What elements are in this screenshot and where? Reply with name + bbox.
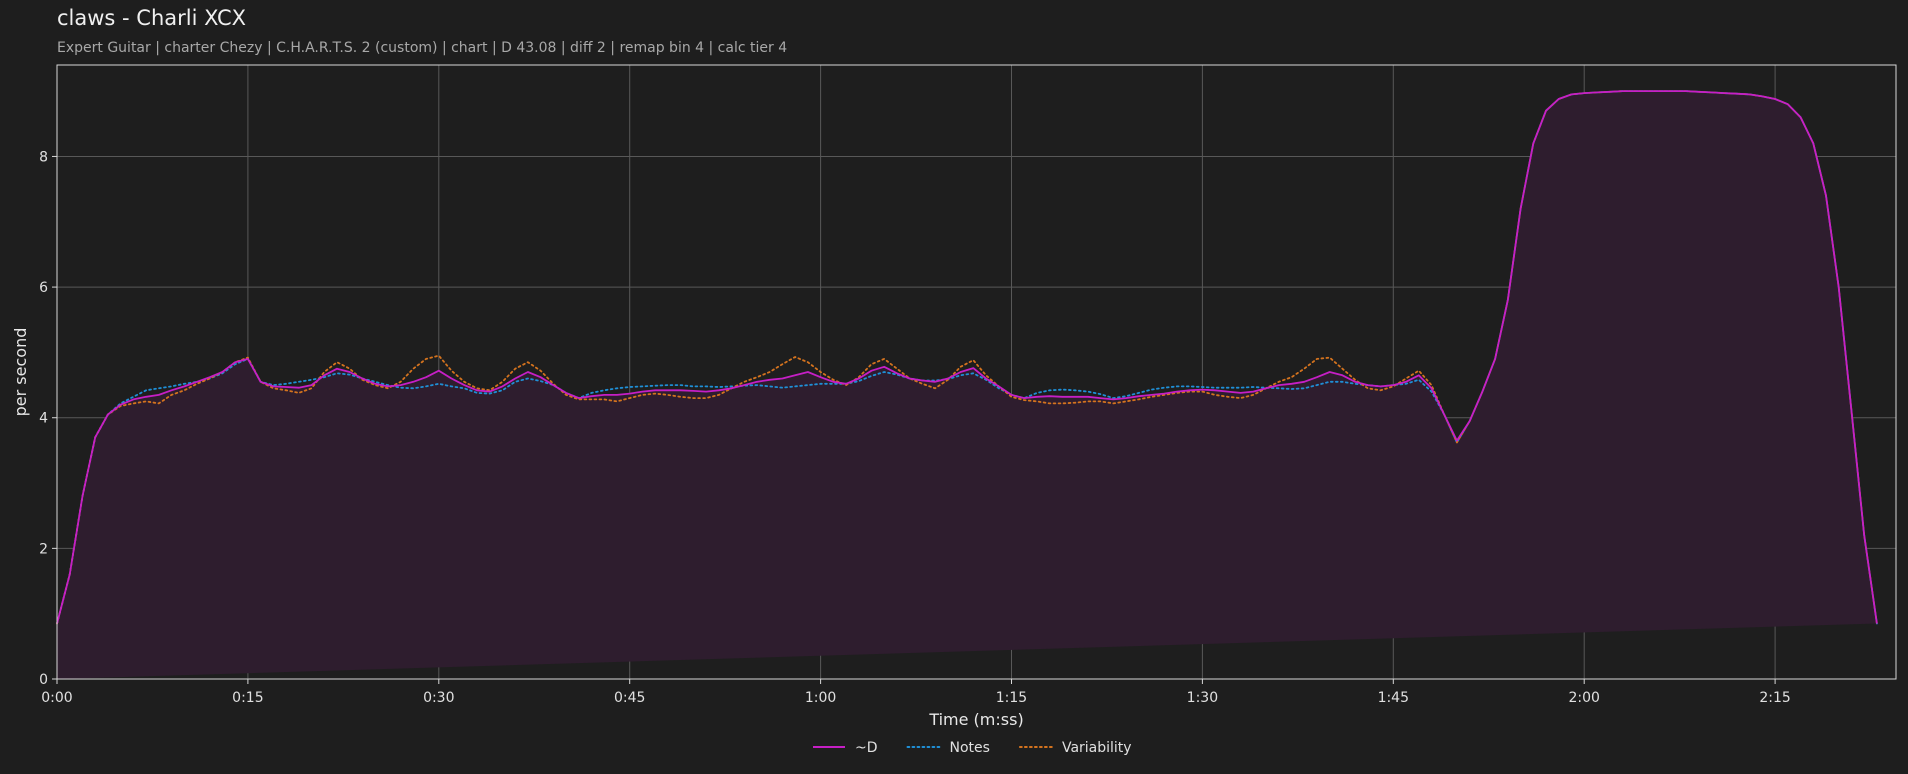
y-axis-label: per second <box>11 328 30 417</box>
x-tick-label: 0:30 <box>423 690 454 706</box>
y-axis: 0 2 4 6 8 <box>39 149 57 688</box>
x-tick-label: 1:00 <box>805 690 836 706</box>
y-tick-label: 0 <box>39 672 48 688</box>
x-tick-label: 0:00 <box>41 690 72 706</box>
legend-label-d: ~D <box>855 740 878 756</box>
legend-label-notes: Notes <box>950 740 990 756</box>
x-tick-label: 1:45 <box>1378 690 1409 706</box>
x-tick-label: 0:45 <box>614 690 645 706</box>
y-tick-label: 2 <box>39 541 48 557</box>
x-axis: 0:00 0:15 0:30 0:45 1:00 1:15 1:30 1:45 2:00 2:15 <box>41 679 1791 706</box>
x-axis-label: Time (m:ss) <box>928 710 1023 729</box>
x-tick-label: 2:15 <box>1759 690 1790 706</box>
x-tick-label: 1:15 <box>996 690 1027 706</box>
y-tick-label: 6 <box>39 280 48 296</box>
y-tick-label: 4 <box>39 411 48 427</box>
legend: ~D Notes Variability <box>813 740 1132 756</box>
y-tick-label: 8 <box>39 149 48 165</box>
chart-canvas: 0:00 0:15 0:30 0:45 1:00 1:15 1:30 1:45 2:00 2:15… <box>11 64 1897 756</box>
x-tick-label: 0:15 <box>232 690 263 706</box>
x-tick-label: 2:00 <box>1568 690 1599 706</box>
x-tick-label: 1:30 <box>1187 690 1218 706</box>
legend-label-variability: Variability <box>1062 740 1132 756</box>
